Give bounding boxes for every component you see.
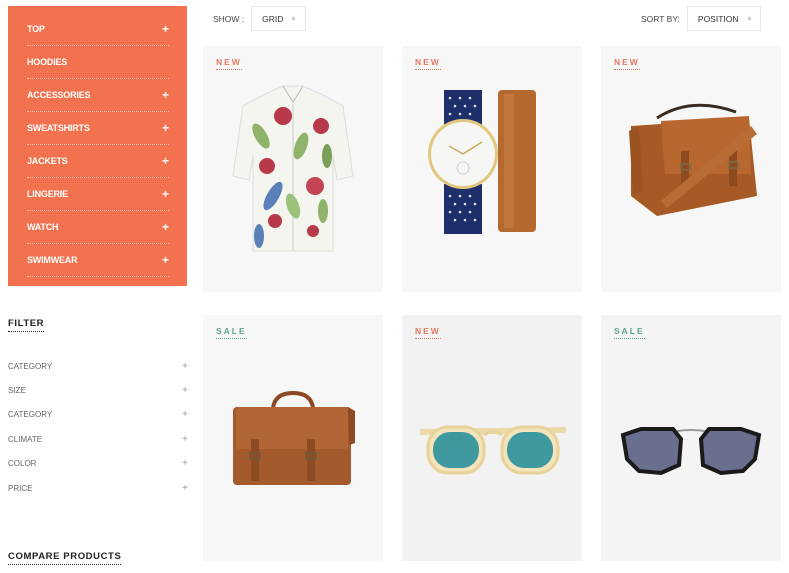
filter-item-size[interactable]: SIZE + xyxy=(8,378,188,402)
plus-icon[interactable]: + xyxy=(182,458,188,469)
category-label: ACCESSORIES xyxy=(27,90,91,100)
category-menu: TOP + HOODIES ACCESSORIES + SWEATSHIRTS + J… xyxy=(8,6,187,286)
filter-item-color[interactable]: COLOR + xyxy=(8,452,188,476)
product-card[interactable]: NEW xyxy=(402,315,582,561)
category-label: JACKETS xyxy=(27,156,68,166)
show-label: SHOW : xyxy=(213,13,245,24)
filter-label: CATEGORY xyxy=(8,410,53,420)
show-control: SHOW : GRID » xyxy=(213,6,307,31)
category-label: HOODIES xyxy=(27,57,68,67)
category-label: SWIMWEAR xyxy=(27,255,78,265)
category-label: LINGERIE xyxy=(27,189,68,199)
filter-label: CLIMATE xyxy=(8,434,43,444)
teal-sunglasses-image xyxy=(419,425,567,475)
dark-sunglasses-image xyxy=(620,427,762,476)
filter-label: SIZE xyxy=(8,386,26,396)
filter-item-climate[interactable]: CLIMATE + xyxy=(8,427,188,451)
watch-image xyxy=(428,90,536,234)
plus-icon[interactable]: + xyxy=(162,254,169,266)
category-item-jackets[interactable]: JACKETS + xyxy=(27,145,169,178)
plus-icon[interactable]: + xyxy=(162,89,169,101)
plus-icon[interactable]: + xyxy=(182,409,188,420)
filter-label: CATEGORY xyxy=(8,361,53,371)
plus-icon[interactable]: + xyxy=(162,221,169,233)
category-label: TOP xyxy=(27,23,45,34)
filter-item-category[interactable]: CATEGORY + xyxy=(8,354,188,378)
plus-icon[interactable]: + xyxy=(162,23,169,35)
messenger-bag-image xyxy=(629,103,757,216)
filter-list: CATEGORY + SIZE + CATEGORY + CLIMATE + COLOR… xyxy=(8,354,188,500)
sale-badge: SALE xyxy=(614,326,645,339)
chevron-down-icon: » xyxy=(744,16,752,21)
category-item-sweatshirts[interactable]: SWEATSHIRTS + xyxy=(27,112,169,145)
product-card[interactable]: SALE xyxy=(203,315,383,561)
show-value: GRID xyxy=(262,13,284,24)
filter-item-price[interactable]: PRICE + xyxy=(8,476,188,500)
compare-products-heading: COMPARE PRODUCTS xyxy=(8,551,122,565)
plus-icon[interactable]: + xyxy=(162,122,169,134)
plus-icon[interactable]: + xyxy=(182,361,188,372)
plus-icon[interactable]: + xyxy=(182,385,188,396)
sort-value: POSITION xyxy=(697,13,739,24)
new-badge: NEW xyxy=(415,326,441,339)
sort-label: SORT BY: xyxy=(641,13,680,24)
sort-control: SORT BY: POSITION » xyxy=(641,6,761,31)
plus-icon[interactable]: + xyxy=(162,155,169,167)
category-label: WATCH xyxy=(27,222,59,232)
category-item-hoodies[interactable]: HOODIES xyxy=(27,46,169,79)
filter-label: PRICE xyxy=(8,483,33,493)
plus-icon[interactable]: + xyxy=(182,434,188,445)
category-item-top[interactable]: TOP + xyxy=(27,6,169,46)
sort-select[interactable]: POSITION » xyxy=(686,6,761,31)
new-badge: NEW xyxy=(415,57,441,70)
category-item-swimwear[interactable]: SWIMWEAR + xyxy=(27,244,169,277)
filter-heading: FILTER xyxy=(8,318,45,332)
new-badge: NEW xyxy=(216,57,242,70)
floral-shirt-image xyxy=(232,85,354,252)
filter-label: COLOR xyxy=(8,459,37,469)
product-card[interactable]: NEW xyxy=(203,46,383,292)
briefcase-image xyxy=(233,390,355,485)
plus-icon[interactable]: + xyxy=(162,188,169,200)
product-card[interactable]: SALE xyxy=(601,315,781,561)
sale-badge: SALE xyxy=(216,326,247,339)
show-select[interactable]: GRID » xyxy=(251,6,307,31)
category-item-watch[interactable]: WATCH + xyxy=(27,211,169,244)
chevron-down-icon: » xyxy=(289,16,297,21)
category-label: SWEATSHIRTS xyxy=(27,123,90,133)
filter-item-category-2[interactable]: CATEGORY + xyxy=(8,403,188,427)
product-card[interactable]: NEW xyxy=(601,46,781,292)
plus-icon[interactable]: + xyxy=(182,483,188,494)
product-card[interactable]: NEW xyxy=(402,46,582,292)
new-badge: NEW xyxy=(614,57,640,70)
category-item-accessories[interactable]: ACCESSORIES + xyxy=(27,79,169,112)
category-item-lingerie[interactable]: LINGERIE + xyxy=(27,178,169,211)
